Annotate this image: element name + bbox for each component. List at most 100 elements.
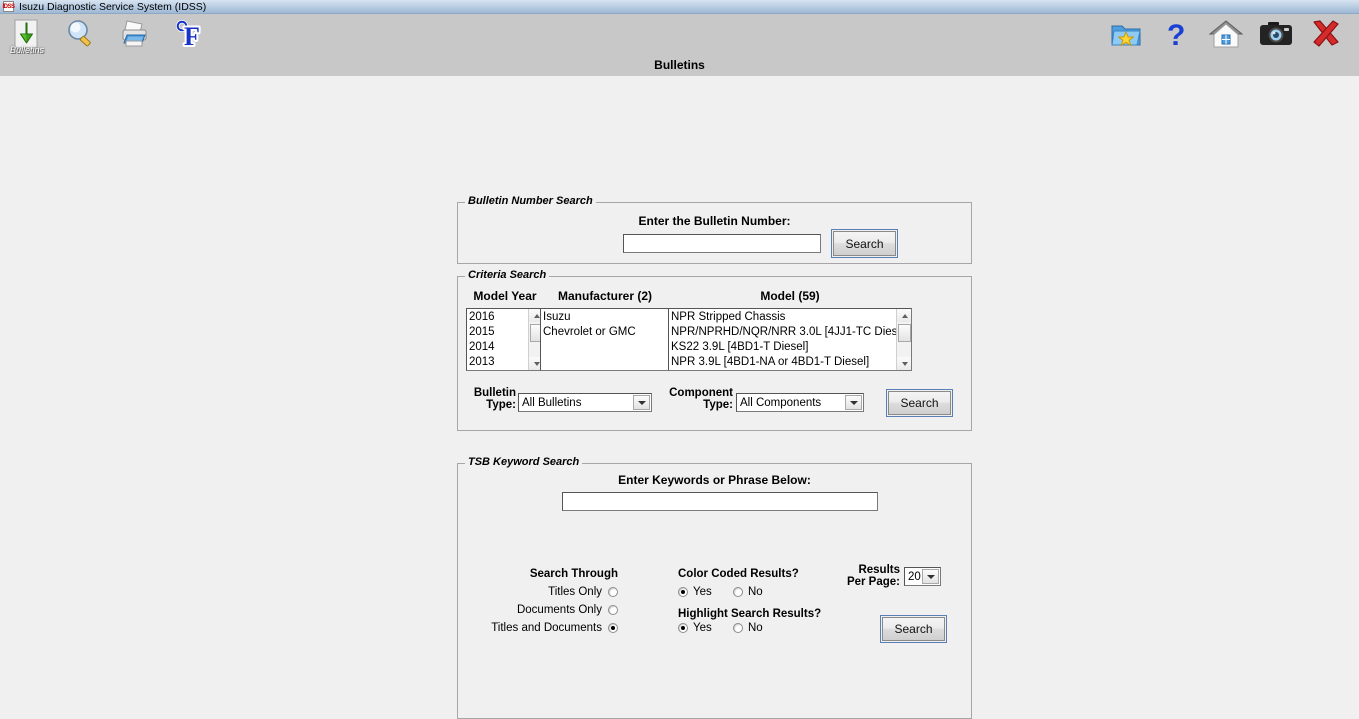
- radio-color-coded-yes[interactable]: [678, 587, 688, 597]
- toolbar-button-close[interactable]: [1301, 14, 1351, 54]
- highlight-yes-option[interactable]: Yes: [678, 622, 712, 634]
- radio-color-coded-no[interactable]: [733, 587, 743, 597]
- magnifier-icon: [64, 17, 98, 51]
- highlight-no-option[interactable]: No: [733, 622, 763, 634]
- criteria-search-button[interactable]: Search: [886, 389, 953, 417]
- toolbar-button-units-fahrenheit[interactable]: F F: [162, 14, 216, 54]
- red-x-icon: [1309, 18, 1343, 50]
- search-through-option-titles-only[interactable]: Titles Only: [458, 586, 618, 598]
- tsb-keyword-search-button[interactable]: Search: [880, 615, 947, 643]
- list-item[interactable]: NPR Stripped Chassis: [671, 310, 896, 325]
- model-items: NPR Stripped Chassis NPR/NPRHD/NQR/NRR 3…: [669, 309, 896, 370]
- svg-text:F: F: [184, 22, 200, 51]
- highlight-no-label: No: [748, 622, 763, 634]
- model-year-listbox[interactable]: 2016 2015 2014 2013: [466, 308, 544, 371]
- results-per-page-label-line2: Per Page:: [846, 576, 900, 588]
- download-document-icon: [10, 17, 44, 51]
- question-mark-icon: ?: [1161, 18, 1191, 50]
- criteria-search-legend: Criteria Search: [465, 269, 550, 281]
- window-title: Isuzu Diagnostic Service System (IDSS): [19, 0, 207, 13]
- component-type-value: All Components: [740, 396, 822, 409]
- camera-icon: [1259, 19, 1293, 49]
- component-type-label: Component Type:: [656, 387, 733, 411]
- model-listbox[interactable]: NPR Stripped Chassis NPR/NPRHD/NQR/NRR 3…: [668, 308, 912, 371]
- component-type-label-line1: Component: [669, 387, 733, 399]
- radio-highlight-yes[interactable]: [678, 623, 688, 633]
- results-per-page-label: Results Per Page:: [828, 564, 900, 588]
- content-area: Bulletin Number Search Enter the Bulleti…: [0, 76, 1359, 719]
- bulletin-number-search-button[interactable]: Search: [831, 229, 898, 258]
- model-year-items: 2016 2015 2014 2013: [467, 309, 528, 370]
- list-item[interactable]: 2015: [469, 325, 528, 340]
- toolbar-button-bulletins[interactable]: Bulletins: [0, 14, 54, 55]
- radio-documents-only[interactable]: [608, 605, 618, 615]
- color-coded-no-label: No: [748, 586, 763, 598]
- page-title: Bulletins: [654, 58, 705, 72]
- bulletin-type-label-line2: Type:: [486, 399, 516, 411]
- criteria-search-group: Criteria Search Model Year 2016 2015 201…: [457, 269, 972, 431]
- scroll-up-icon[interactable]: [897, 309, 911, 322]
- tsb-keyword-prompt: Enter Keywords or Phrase Below:: [618, 473, 811, 487]
- criteria-search-button-label: Search: [900, 396, 939, 410]
- search-through-option-label: Titles Only: [548, 586, 602, 598]
- color-coded-yes-option[interactable]: Yes: [678, 586, 712, 598]
- bulletin-number-prompt: Enter the Bulletin Number:: [638, 214, 791, 228]
- color-coded-heading: Color Coded Results?: [678, 568, 799, 580]
- chevron-down-icon[interactable]: [922, 569, 939, 584]
- svg-text:?: ?: [1167, 19, 1185, 50]
- toolbar-left-group: Bulletins F F: [0, 14, 216, 55]
- toolbar-button-print[interactable]: [108, 14, 162, 54]
- house-icon: [1209, 18, 1243, 50]
- list-item[interactable]: KS22 3.9L [4BD1-T Diesel]: [671, 340, 896, 355]
- search-through-heading: Search Through: [529, 568, 618, 580]
- toolbar-button-screenshot[interactable]: [1251, 14, 1301, 54]
- tsb-keyword-search-group: TSB Keyword Search Enter Keywords or Phr…: [457, 456, 972, 719]
- list-item[interactable]: NPR/NPRHD/NQR/NRR 3.0L [4JJ1-TC Diesel]: [671, 325, 896, 340]
- list-item[interactable]: Isuzu: [543, 310, 669, 325]
- toolbar-button-home[interactable]: [1201, 14, 1251, 54]
- fahrenheit-icon: F F: [172, 17, 206, 51]
- model-scrollbar[interactable]: [896, 309, 911, 370]
- list-item[interactable]: 2013: [469, 355, 528, 370]
- component-type-label-line2: Type:: [703, 399, 733, 411]
- toolbar-right-group: ?: [1101, 14, 1351, 54]
- bulletin-number-input[interactable]: [623, 234, 821, 253]
- list-item[interactable]: 2016: [469, 310, 528, 325]
- search-through-option-titles-and-documents[interactable]: Titles and Documents: [458, 622, 618, 634]
- toolbar-button-help[interactable]: ?: [1151, 14, 1201, 54]
- window-titlebar: IDSS Isuzu Diagnostic Service System (ID…: [0, 0, 1359, 14]
- bulletin-number-search-button-label: Search: [845, 236, 884, 251]
- app-icon: IDSS: [2, 1, 16, 12]
- tsb-keyword-input[interactable]: [562, 492, 878, 511]
- app-icon-text: IDSS: [2, 3, 16, 10]
- list-item[interactable]: Chevrolet or GMC: [543, 325, 669, 340]
- chevron-down-icon[interactable]: [845, 395, 862, 410]
- scrollbar-thumb[interactable]: [898, 324, 911, 342]
- scroll-down-icon[interactable]: [897, 357, 911, 370]
- model-label: Model (59): [760, 289, 820, 303]
- model-year-label: Model Year: [473, 289, 537, 303]
- radio-highlight-no[interactable]: [733, 623, 743, 633]
- bulletin-type-combobox[interactable]: All Bulletins: [518, 393, 652, 412]
- component-type-combobox[interactable]: All Components: [736, 393, 864, 412]
- bulletin-type-label-line1: Bulletin: [473, 387, 516, 399]
- radio-titles-only[interactable]: [608, 587, 618, 597]
- results-per-page-value: 20: [908, 570, 921, 583]
- manufacturer-items: Isuzu Chevrolet or GMC: [541, 309, 669, 370]
- highlight-yes-label: Yes: [693, 622, 712, 634]
- radio-titles-and-documents[interactable]: [608, 623, 618, 633]
- bulletin-number-search-group: Bulletin Number Search Enter the Bulleti…: [457, 195, 972, 264]
- toolbar-button-search[interactable]: [54, 14, 108, 54]
- bulletin-type-label: Bulletin Type:: [462, 387, 516, 411]
- manufacturer-listbox[interactable]: Isuzu Chevrolet or GMC: [540, 308, 670, 371]
- toolbar-button-favorites[interactable]: [1101, 14, 1151, 54]
- search-through-option-documents-only[interactable]: Documents Only: [458, 604, 618, 616]
- bulletin-type-value: All Bulletins: [522, 396, 582, 409]
- color-coded-no-option[interactable]: No: [733, 586, 763, 598]
- list-item[interactable]: NPR 3.9L [4BD1-NA or 4BD1-T Diesel]: [671, 355, 896, 370]
- list-item[interactable]: 2014: [469, 340, 528, 355]
- chevron-down-icon[interactable]: [633, 395, 650, 410]
- highlight-heading: Highlight Search Results?: [678, 608, 822, 620]
- results-per-page-combobox[interactable]: 20: [904, 567, 941, 586]
- tsb-keyword-search-button-label: Search: [894, 622, 933, 636]
